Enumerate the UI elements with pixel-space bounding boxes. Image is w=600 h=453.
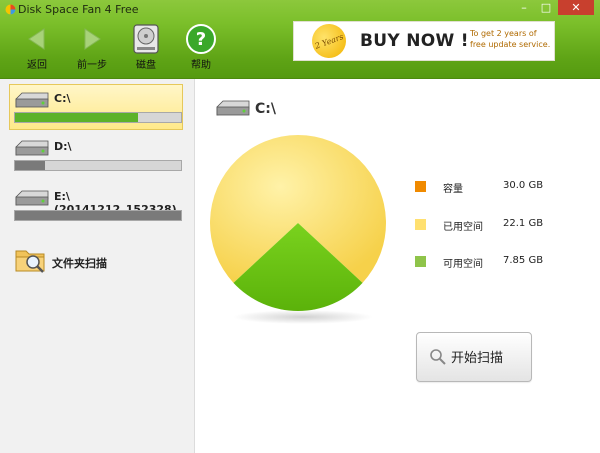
legend-value: 30.0 GB	[503, 180, 544, 191]
minimize-button[interactable]: –	[514, 0, 534, 15]
drive-item-c[interactable]: C:\	[9, 84, 183, 130]
title-bar: Disk Space Fan 4 Free – □ ✕	[0, 0, 600, 20]
drive-icon	[15, 190, 49, 206]
buy-now-text: BUY NOW !	[360, 31, 469, 51]
drive-item-d[interactable]: D:\	[10, 133, 182, 177]
start-scan-button[interactable]: 开始扫描	[416, 332, 532, 382]
help-button[interactable]: ? 帮助	[181, 24, 221, 71]
drive-usage-bar	[14, 112, 182, 123]
magnifier-icon	[430, 349, 446, 365]
years-badge-text: 2 Years	[313, 31, 345, 51]
promo-line-1: To get 2 years of	[470, 29, 537, 38]
drive-usage-bar	[14, 160, 182, 171]
legend-swatch	[415, 219, 426, 230]
drive-usage-fill	[15, 211, 181, 220]
drive-usage-bar	[14, 210, 182, 221]
hard-disk-icon	[133, 24, 159, 54]
promo-text: To get 2 years of free update service.	[470, 28, 550, 50]
legend-row-capacity: 容量 30.0 GB	[415, 179, 565, 195]
drive-item-e[interactable]: E:\(20141212_152328)	[10, 183, 182, 227]
close-button[interactable]: ✕	[558, 0, 594, 15]
drive-icon	[15, 92, 49, 108]
disk-label: 磁盘	[136, 60, 156, 71]
folder-search-icon	[15, 250, 45, 273]
legend-row-free: 可用空间 7.85 GB	[415, 254, 565, 270]
back-button[interactable]: 返回	[17, 24, 57, 71]
legend-swatch	[415, 256, 426, 267]
legend-value: 7.85 GB	[503, 255, 544, 266]
forward-label: 前一步	[77, 60, 107, 71]
years-badge: 2 Years	[307, 19, 351, 63]
legend-row-used: 已用空间 22.1 GB	[415, 217, 565, 233]
svg-text:?: ?	[196, 29, 206, 50]
drive-sidebar: C:\ D:\ E:\(20141212_152328)	[0, 79, 195, 453]
promo-line-2: free update service.	[470, 40, 551, 49]
legend-label: 容量	[443, 184, 463, 195]
back-label: 返回	[27, 60, 47, 71]
drive-usage-fill	[15, 161, 45, 170]
drive-usage-fill	[15, 113, 138, 122]
maximize-button[interactable]: □	[536, 0, 556, 15]
help-question-icon: ?	[186, 24, 216, 54]
main-panel: C:\ 容量 30.0 GB 已用空间 22.1 GB 可用空间 7.85 GB…	[195, 79, 600, 453]
drive-name: C:\	[54, 92, 71, 105]
legend-swatch	[415, 181, 426, 192]
folder-scan-label: 文件夹扫描	[52, 257, 107, 270]
folder-scan-item[interactable]: 文件夹扫描	[14, 245, 184, 277]
drive-icon	[15, 140, 49, 156]
drive-icon	[216, 100, 250, 116]
back-arrow-icon	[28, 28, 45, 50]
help-label: 帮助	[191, 60, 211, 71]
selected-drive-title: C:\	[255, 101, 276, 117]
forward-arrow-icon	[84, 28, 101, 50]
legend-label: 已用空间	[443, 222, 483, 233]
window-controls: – □ ✕	[514, 0, 594, 15]
forward-button[interactable]: 前一步	[72, 24, 112, 71]
pie-shadow	[233, 310, 373, 324]
drive-name: D:\	[54, 140, 72, 153]
disk-usage-pie-chart	[210, 135, 386, 324]
toolbar-area: Disk Space Fan 4 Free – □ ✕ 返回 前一步 磁盘 ? …	[0, 0, 600, 79]
buy-now-banner[interactable]: 2 Years BUY NOW ! To get 2 years of free…	[293, 19, 555, 63]
app-logo-icon	[5, 4, 16, 15]
disk-button[interactable]: 磁盘	[126, 24, 166, 71]
legend-value: 22.1 GB	[503, 218, 544, 229]
window-title: Disk Space Fan 4 Free	[18, 3, 139, 16]
start-scan-label: 开始扫描	[451, 351, 504, 366]
legend-label: 可用空间	[443, 259, 483, 270]
